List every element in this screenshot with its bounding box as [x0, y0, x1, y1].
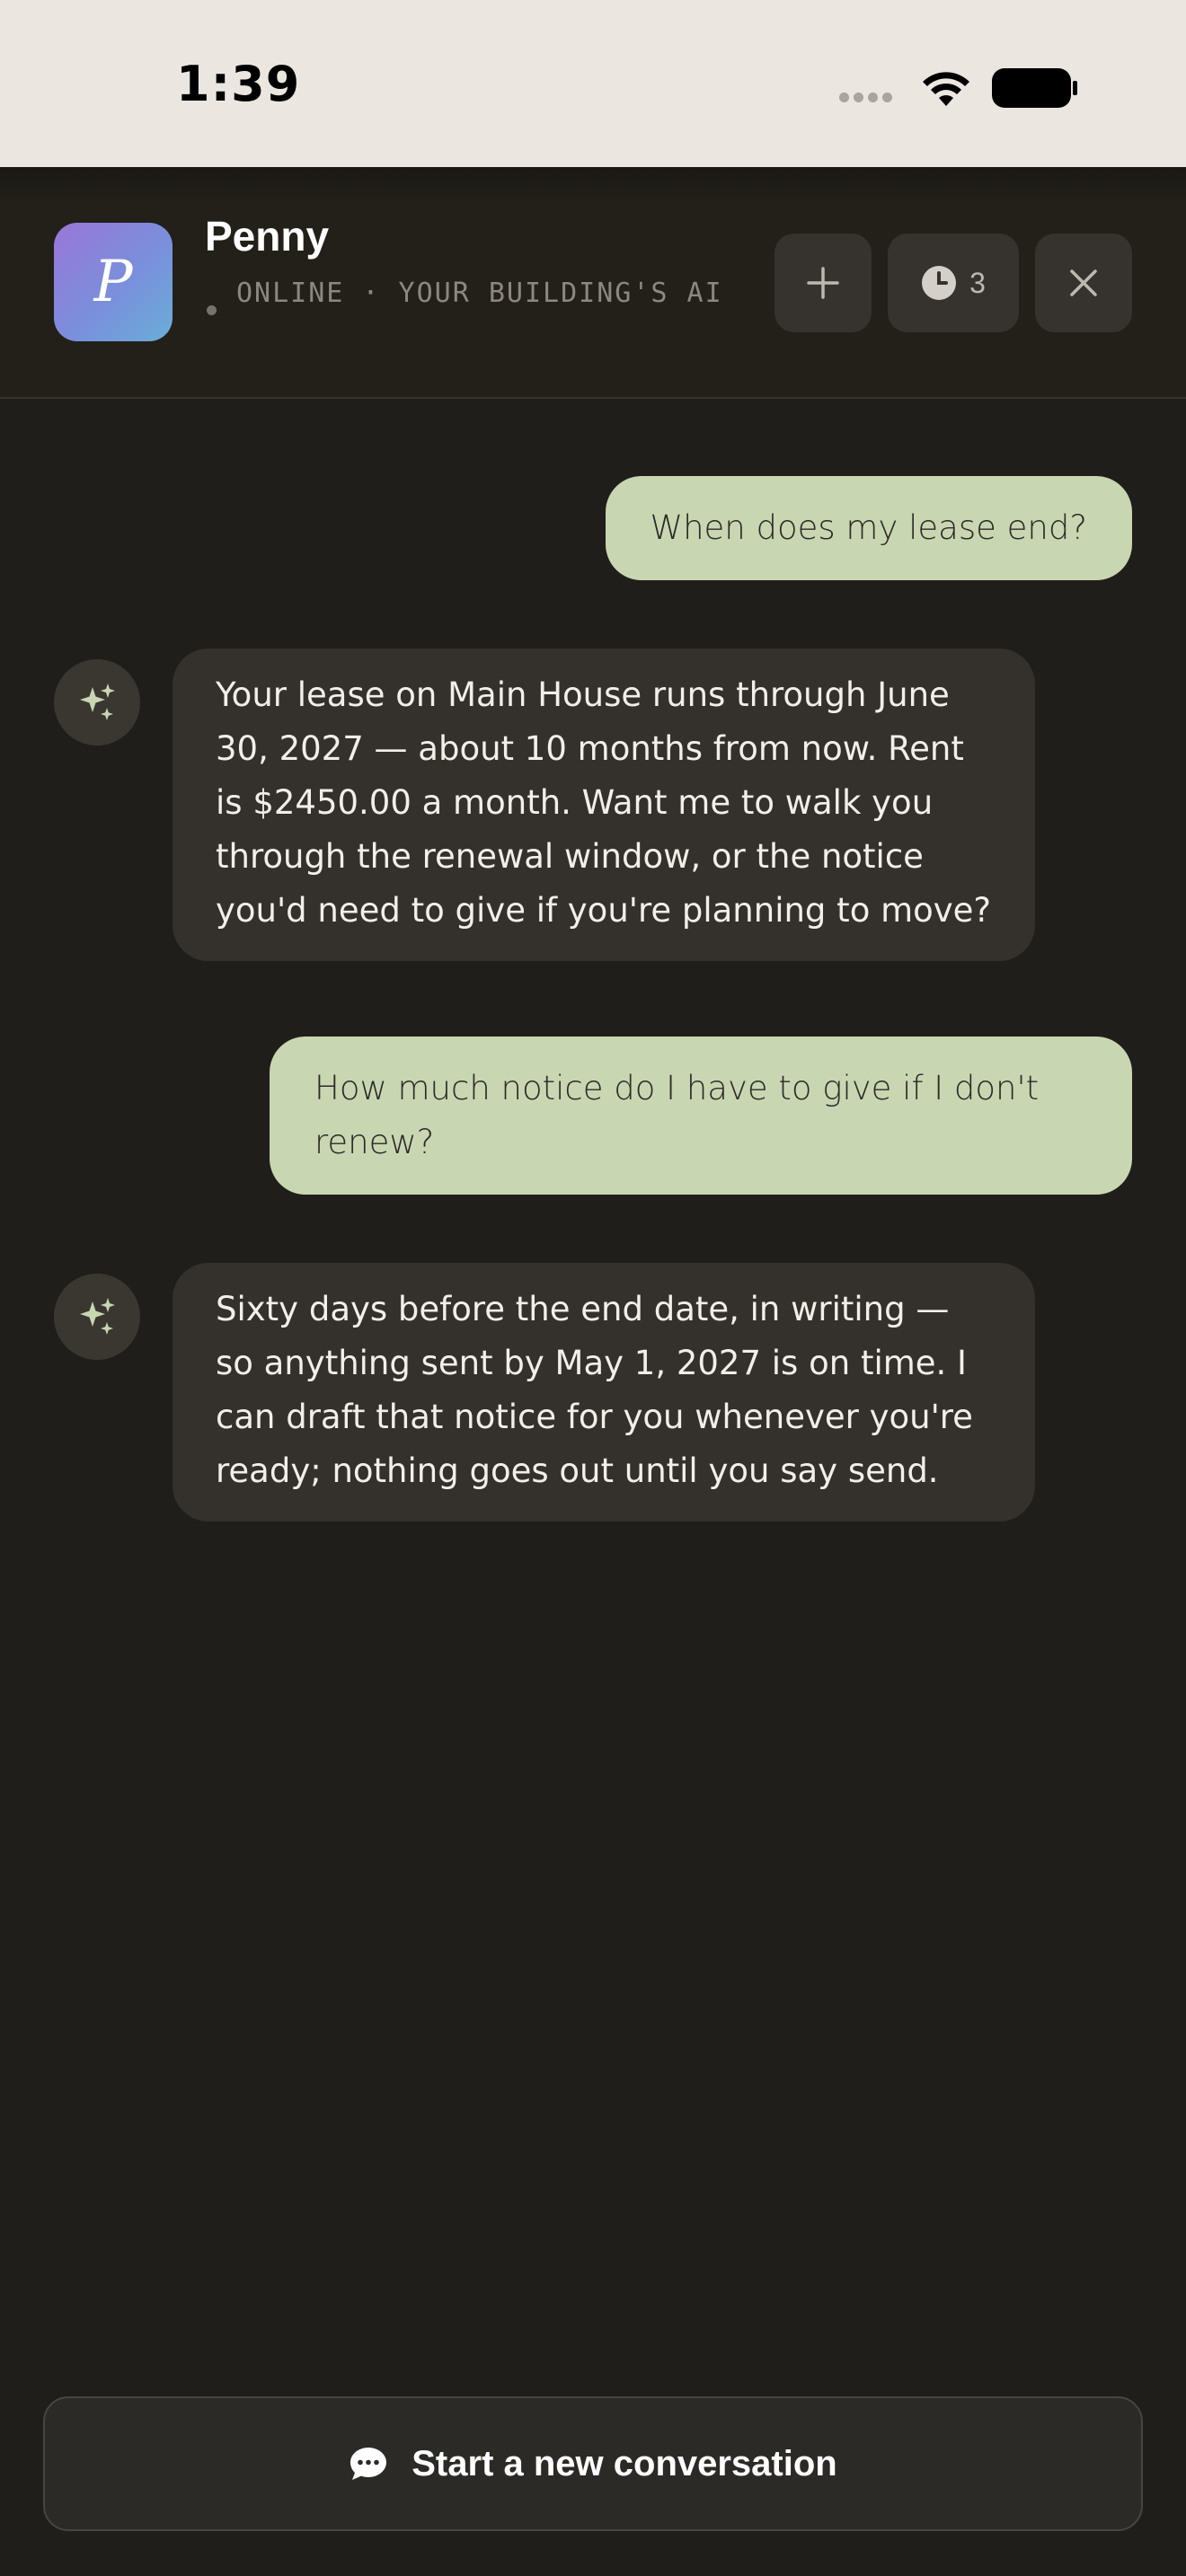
close-icon: [1070, 269, 1097, 296]
avatar-letter: P: [93, 249, 133, 315]
agent-avatar: P: [54, 223, 173, 341]
assistant-message: Sixty days before the end date, in writi…: [173, 1263, 1035, 1522]
agent-status: ONLINE · YOUR BUILDING'S AI: [236, 278, 723, 309]
history-button[interactable]: 3: [888, 234, 1019, 332]
cellular-signal-icon: [839, 93, 892, 102]
assistant-avatar: [54, 1274, 140, 1360]
user-message: How much notice do I have to give if I d…: [270, 1037, 1132, 1195]
close-button[interactable]: [1035, 234, 1132, 332]
new-conversation-label: Start a new conversation: [412, 2443, 837, 2483]
assistant-message: Your lease on Main House runs through Ju…: [173, 648, 1035, 961]
sparkle-icon: [80, 684, 115, 720]
agent-name: Penny: [205, 213, 330, 260]
clock-icon: [922, 266, 957, 300]
online-status-dot: [207, 305, 217, 315]
user-message: When does my lease end?: [605, 476, 1132, 580]
new-chat-button[interactable]: [774, 234, 872, 332]
chat-bubble-icon: [350, 2448, 387, 2480]
message-text: When does my lease end?: [650, 508, 1088, 547]
wifi-icon: [923, 72, 969, 106]
chat-header: P Penny ONLINE · YOUR BUILDING'S AI 3: [0, 167, 1186, 399]
history-count: 3: [969, 266, 986, 299]
start-new-conversation-button[interactable]: Start a new conversation: [43, 2396, 1143, 2531]
sparkle-icon: [80, 1298, 115, 1335]
battery-icon: [992, 68, 1077, 108]
status-time: 1:39: [176, 56, 301, 112]
status-bar: 1:39: [0, 0, 1186, 167]
plus-icon: [807, 267, 839, 299]
assistant-avatar: [54, 659, 140, 745]
message-text: Your lease on Main House runs through Ju…: [216, 675, 992, 930]
message-text: Sixty days before the end date, in writi…: [216, 1290, 973, 1490]
message-text: How much notice do I have to give if I d…: [314, 1069, 1040, 1161]
